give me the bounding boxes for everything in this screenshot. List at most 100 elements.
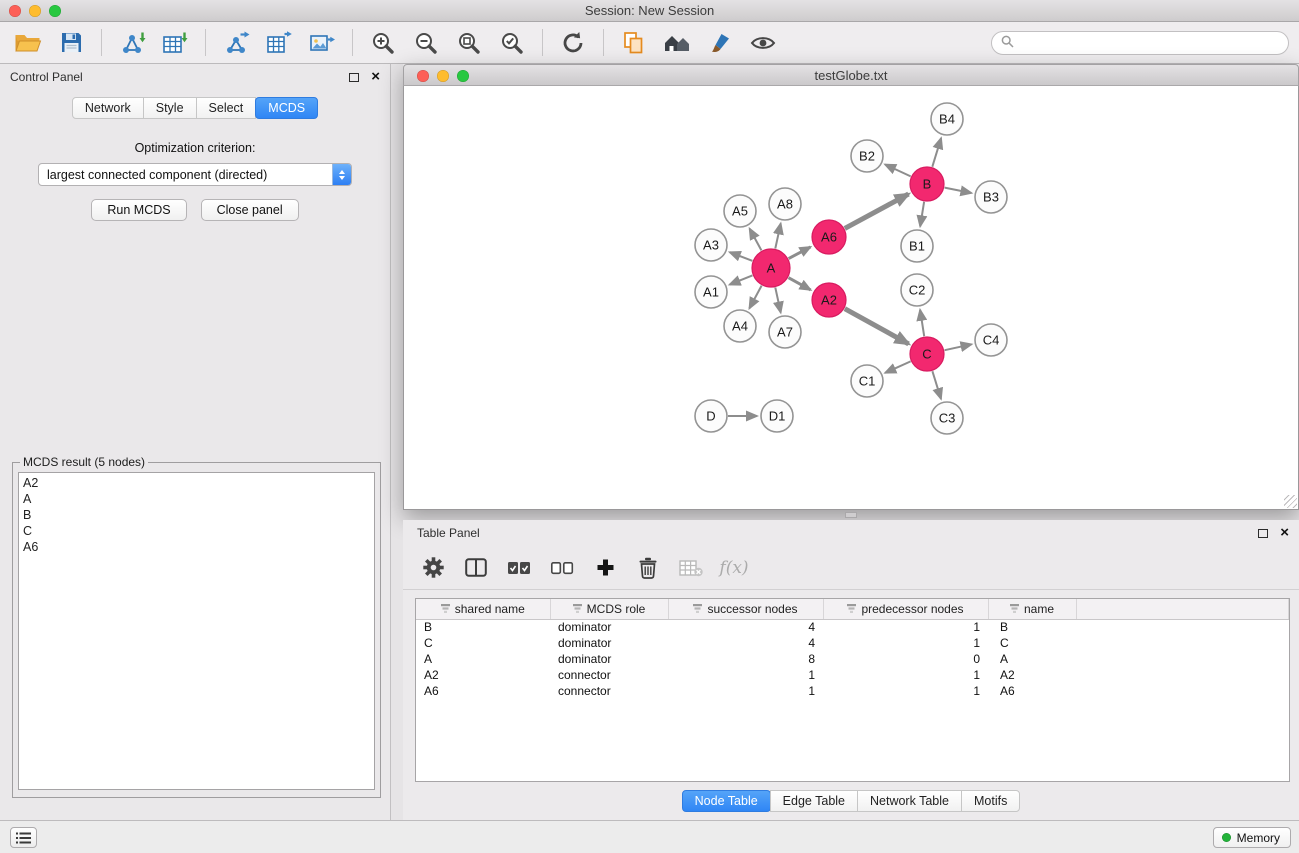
network-node-C3[interactable]: C3 <box>931 402 963 434</box>
floppy-disk-icon[interactable] <box>53 27 89 59</box>
close-table-panel-icon[interactable]: × <box>1280 527 1289 539</box>
network-edge-B-B2[interactable] <box>885 165 911 177</box>
network-edge-A-A8[interactable] <box>775 224 780 249</box>
mcds-result-item[interactable]: A <box>23 491 370 507</box>
network-edge-C-C1[interactable] <box>885 361 910 372</box>
network-edge-A-A2[interactable] <box>789 278 811 290</box>
close-panel-icon[interactable]: × <box>371 71 380 83</box>
magnifier-fit-icon[interactable] <box>451 27 487 59</box>
mcds-result-list[interactable]: A2ABCA6 <box>18 472 375 790</box>
table-cell[interactable]: dominator <box>550 619 668 635</box>
table-cell[interactable]: A2 <box>416 667 550 683</box>
table-row[interactable]: A6connector11A6 <box>416 683 1289 699</box>
network-edge-B-B3[interactable] <box>945 188 972 193</box>
table-export-icon[interactable] <box>261 27 297 59</box>
network-edge-A-A7[interactable] <box>775 288 780 313</box>
network-node-A4[interactable]: A4 <box>724 310 756 342</box>
network-node-B3[interactable]: B3 <box>975 181 1007 213</box>
splitter-handle[interactable] <box>845 512 857 518</box>
network-edge-C-C2[interactable] <box>920 310 924 336</box>
network-node-A8[interactable]: A8 <box>769 188 801 220</box>
network-node-B4[interactable]: B4 <box>931 103 963 135</box>
table-row[interactable]: Cdominator41C <box>416 635 1289 651</box>
tab-node-table[interactable]: Node Table <box>682 790 771 812</box>
image-export-icon[interactable] <box>304 27 340 59</box>
network-node-A7[interactable]: A7 <box>769 316 801 348</box>
table-import-icon[interactable] <box>157 27 193 59</box>
optimization-dropdown[interactable]: largest connected component (directed) <box>38 163 352 186</box>
table-cell[interactable]: 4 <box>668 635 823 651</box>
tab-network[interactable]: Network <box>72 97 144 119</box>
column-header-shared-name[interactable]: shared name <box>416 599 550 619</box>
column-header-mcds-role[interactable]: MCDS role <box>550 599 668 619</box>
tab-network-table[interactable]: Network Table <box>857 790 962 812</box>
magnifier-minus-icon[interactable] <box>408 27 444 59</box>
dropdown-stepper-icon[interactable] <box>332 164 351 185</box>
table-cell[interactable]: 1 <box>823 667 988 683</box>
table-row[interactable]: Adominator80A <box>416 651 1289 667</box>
table-cell[interactable]: 1 <box>823 619 988 635</box>
network-node-C2[interactable]: C2 <box>901 274 933 306</box>
close-window-button[interactable] <box>9 5 21 17</box>
network-edge-A-A3[interactable] <box>730 252 753 261</box>
network-node-A6[interactable]: A6 <box>812 220 846 254</box>
network-node-C4[interactable]: C4 <box>975 324 1007 356</box>
column-header-successor-nodes[interactable]: successor nodes <box>668 599 823 619</box>
table-cell[interactable]: A6 <box>988 683 1076 699</box>
network-node-D1[interactable]: D1 <box>761 400 793 432</box>
search-input[interactable] <box>1019 36 1279 50</box>
network-export-icon[interactable] <box>218 27 254 59</box>
network-canvas[interactable]: B4B2BB3A5A8A6A3B1AC2A1A2A4A7C4CC1C3DD1 <box>403 86 1299 510</box>
float-table-panel-icon[interactable] <box>1258 529 1268 538</box>
network-node-B[interactable]: B <box>910 167 944 201</box>
table-cell[interactable]: 4 <box>668 619 823 635</box>
table-cell[interactable]: 8 <box>668 651 823 667</box>
unchecked-boxes-icon[interactable] <box>548 554 576 582</box>
network-window-titlebar[interactable]: testGlobe.txt <box>403 64 1299 86</box>
mcds-result-item[interactable]: C <box>23 523 370 539</box>
network-edge-A-A6[interactable] <box>789 247 811 259</box>
circular-arrows-icon[interactable] <box>555 27 591 59</box>
table-cell[interactable]: 1 <box>823 683 988 699</box>
tab-edge-table[interactable]: Edge Table <box>770 790 858 812</box>
table-cell[interactable]: A6 <box>416 683 550 699</box>
houses-icon[interactable] <box>659 27 695 59</box>
mcds-result-item[interactable]: A6 <box>23 539 370 555</box>
memory-button[interactable]: Memory <box>1213 827 1291 848</box>
network-node-D[interactable]: D <box>695 400 727 432</box>
network-node-C[interactable]: C <box>910 337 944 371</box>
network-edge-A2-C[interactable] <box>845 309 909 344</box>
network-node-C1[interactable]: C1 <box>851 365 883 397</box>
network-edge-A6-B[interactable] <box>845 194 909 228</box>
documents-icon[interactable] <box>616 27 652 59</box>
table-cell[interactable]: connector <box>550 667 668 683</box>
network-node-A5[interactable]: A5 <box>724 195 756 227</box>
table-cell[interactable]: C <box>416 635 550 651</box>
column-header-name[interactable]: name <box>988 599 1076 619</box>
table-row[interactable]: Bdominator41B <box>416 619 1289 635</box>
network-close-button[interactable] <box>417 70 429 82</box>
eye-icon[interactable] <box>745 27 781 59</box>
network-edge-A-A1[interactable] <box>730 275 753 284</box>
table-cell[interactable]: 1 <box>668 683 823 699</box>
table-cell[interactable]: connector <box>550 683 668 699</box>
paintbrush-icon[interactable] <box>702 27 738 59</box>
table-cell[interactable]: dominator <box>550 635 668 651</box>
network-node-A1[interactable]: A1 <box>695 276 727 308</box>
network-edge-B-B4[interactable] <box>932 138 941 167</box>
run-mcds-button[interactable]: Run MCDS <box>91 199 186 221</box>
table-cell[interactable]: A2 <box>988 667 1076 683</box>
resize-grip-icon[interactable] <box>1284 495 1297 508</box>
network-node-A3[interactable]: A3 <box>695 229 727 261</box>
tab-style[interactable]: Style <box>143 97 197 119</box>
table-cell[interactable]: 1 <box>823 635 988 651</box>
mcds-result-item[interactable]: A2 <box>23 475 370 491</box>
table-cell[interactable]: A <box>988 651 1076 667</box>
menu-list-icon[interactable] <box>10 827 37 848</box>
columns-icon[interactable] <box>462 554 490 582</box>
plus-icon[interactable] <box>591 554 619 582</box>
tab-mcds[interactable]: MCDS <box>255 97 318 119</box>
node-table[interactable]: shared nameMCDS rolesuccessor nodesprede… <box>415 598 1290 782</box>
network-node-B1[interactable]: B1 <box>901 230 933 262</box>
function-icon[interactable]: f(x) <box>720 554 748 582</box>
